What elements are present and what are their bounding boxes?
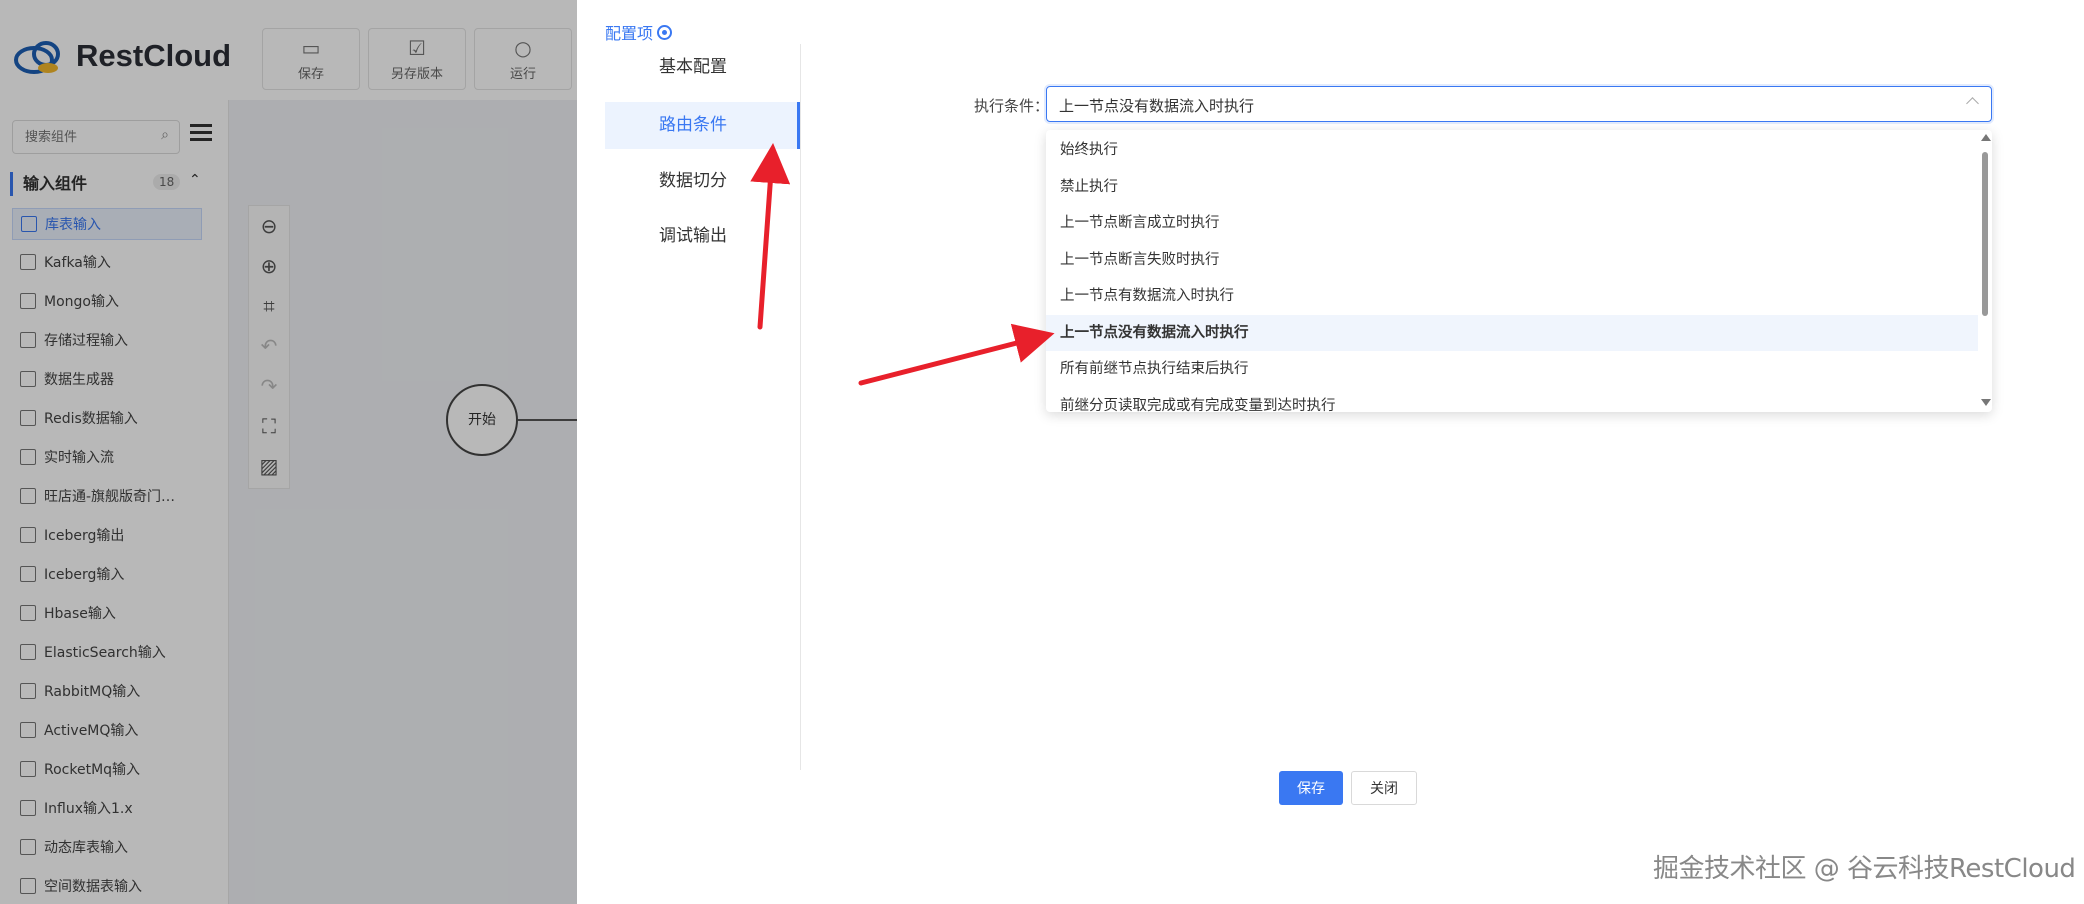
save-button[interactable]: 保存 <box>1279 771 1343 805</box>
option-label: 上一节点断言成立时执行 <box>1060 215 1220 231</box>
dropdown-option[interactable]: 禁止执行 <box>1046 169 1978 205</box>
dropdown-option[interactable]: 上一节点没有数据流入时执行 <box>1046 314 1978 351</box>
dropdown-option[interactable]: 前继分页读取完成或有完成变量到达时执行 <box>1046 388 1978 413</box>
dropdown-option[interactable]: 所有前继节点执行结束后执行 <box>1046 351 1978 387</box>
option-label: 上一节点有数据流入时执行 <box>1060 288 1234 304</box>
scroll-thumb[interactable] <box>1982 152 1988 316</box>
dropdown-option[interactable]: 上一节点断言成立时执行 <box>1046 205 1978 241</box>
dropdown-option[interactable]: 上一节点有数据流入时执行 <box>1046 278 1978 314</box>
option-label: 禁止执行 <box>1060 178 1118 195</box>
option-label: 上一节点断言失败时执行 <box>1060 251 1220 268</box>
config-nav: 基本配置 路由条件 数据切分 调试输出 <box>605 44 801 770</box>
condition-label: 执行条件： <box>974 97 1050 115</box>
option-label: 始终执行 <box>1060 142 1118 158</box>
scroll-down-icon[interactable] <box>1981 399 1991 406</box>
config-drawer: 配置项 基本配置 路由条件 数据切分 调试输出 执行条件： 上一节点没有数据流入… <box>577 0 2084 904</box>
condition-select[interactable]: 上一节点没有数据流入时执行 <box>1046 86 1992 122</box>
drawer-title: 配置项 <box>605 20 673 44</box>
nav-label: 路由条件 <box>659 115 727 135</box>
nav-debug-output[interactable]: 调试输出 <box>605 213 800 260</box>
nav-label: 基本配置 <box>659 57 727 77</box>
dropdown-option[interactable]: 始终执行 <box>1046 132 1978 168</box>
nav-label: 调试输出 <box>659 226 727 246</box>
option-label: 前继分页读取完成或有完成变量到达时执行 <box>1060 397 1336 413</box>
option-label: 上一节点没有数据流入时执行 <box>1060 324 1249 341</box>
watermark: 掘金技术社区 @ 谷云科技RestCloud <box>1653 854 2076 884</box>
scroll-up-icon[interactable] <box>1981 134 1991 141</box>
close-button[interactable]: 关闭 <box>1351 771 1417 805</box>
nav-route-condition[interactable]: 路由条件 <box>605 102 800 149</box>
condition-select-value: 上一节点没有数据流入时执行 <box>1059 97 1255 115</box>
dropdown-scrollbar[interactable] <box>1978 130 1992 412</box>
drawer-title-text: 配置项 <box>605 24 654 43</box>
nav-data-split[interactable]: 数据切分 <box>605 158 800 205</box>
chevron-up-icon[interactable] <box>1966 97 1979 110</box>
option-label: 所有前继节点执行结束后执行 <box>1060 361 1249 377</box>
nav-basic-config[interactable]: 基本配置 <box>605 44 800 91</box>
condition-dropdown: 始终执行禁止执行上一节点断言成立时执行 上一节点断言失败时执行 上一节点有数据流入时… <box>1046 130 1992 412</box>
target-icon <box>657 25 673 40</box>
nav-label: 数据切分 <box>659 171 727 191</box>
dropdown-option[interactable]: 上一节点断言失败时执行 <box>1046 242 1978 278</box>
